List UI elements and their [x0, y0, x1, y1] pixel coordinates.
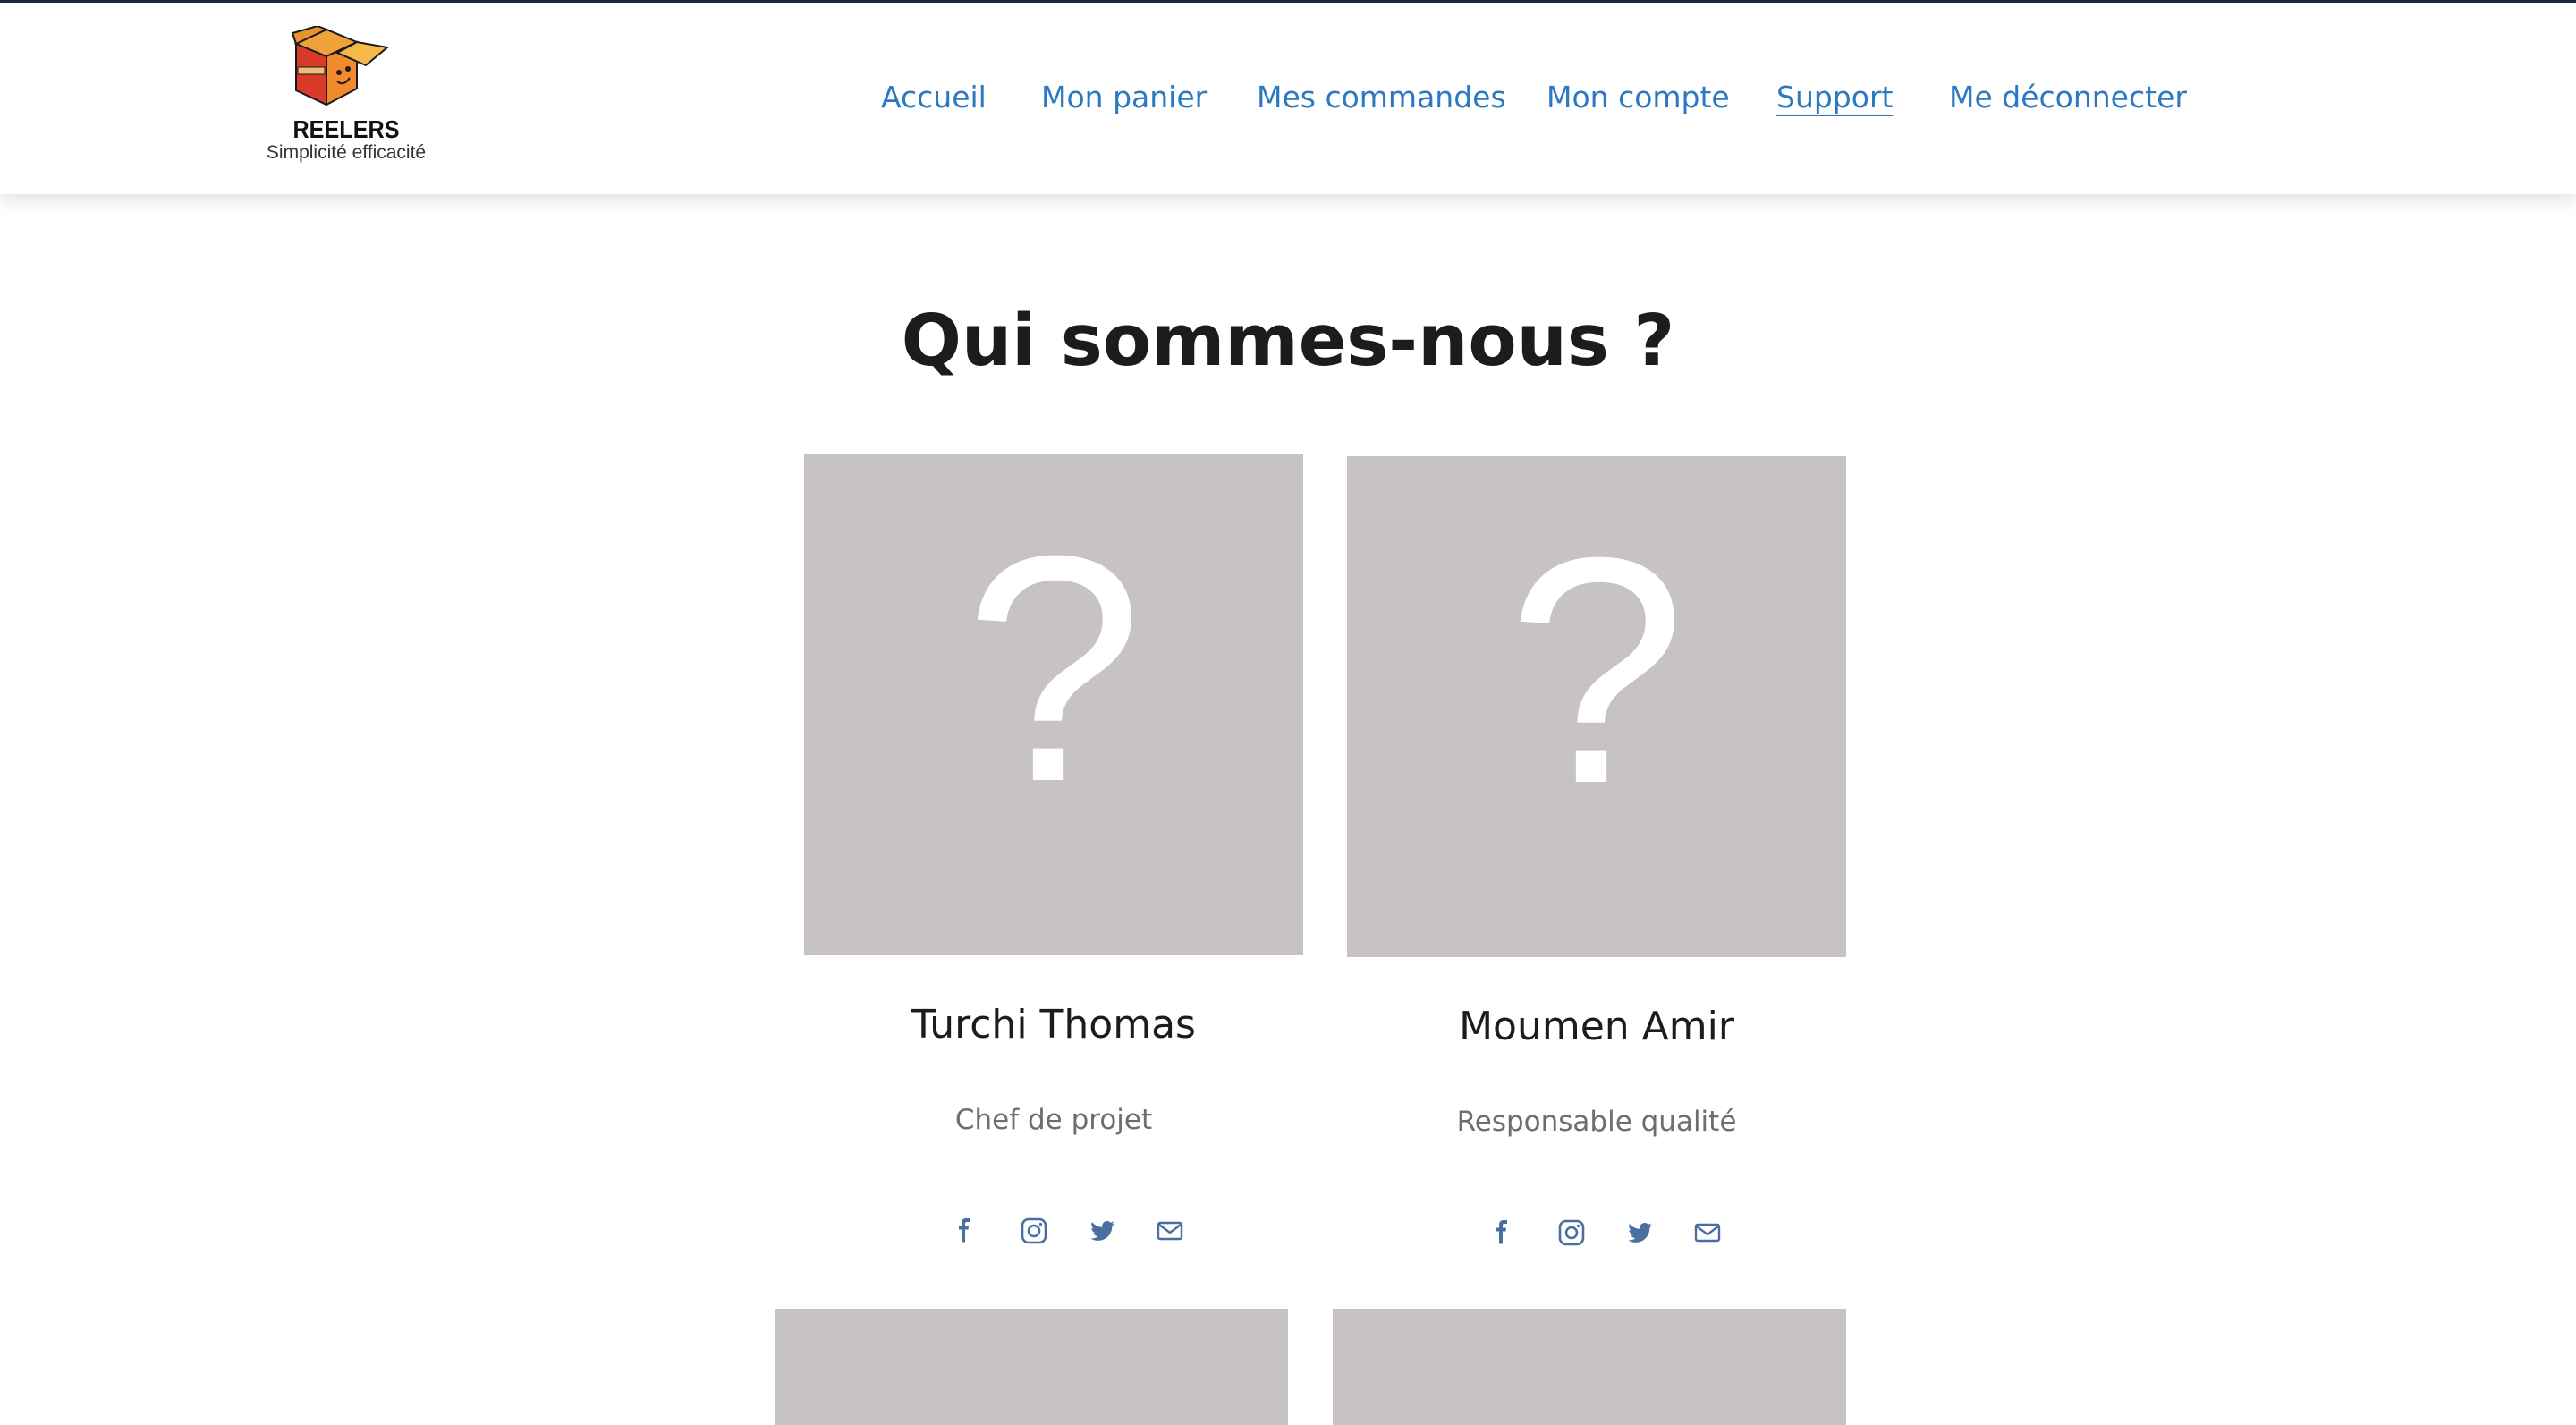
- nav-link-mes-commandes[interactable]: Mes commandes: [1257, 80, 1506, 115]
- facebook-icon[interactable]: [949, 1215, 981, 1247]
- main-navigation: Accueil Mon panier Mes commandes Mon com…: [0, 3, 2576, 194]
- question-mark-placeholder: ?: [963, 489, 1144, 849]
- nav-link-mon-panier[interactable]: Mon panier: [1041, 80, 1207, 115]
- mail-icon[interactable]: [1154, 1215, 1186, 1247]
- member-photo-placeholder: ?: [1347, 456, 1846, 957]
- member-name: Moumen Amir: [1459, 1004, 1734, 1049]
- twitter-icon[interactable]: [1623, 1217, 1656, 1249]
- member-photo-placeholder-partial: [775, 1309, 1288, 1425]
- question-mark-placeholder: ?: [1506, 491, 1687, 851]
- page-title: Qui sommes-nous ?: [901, 300, 1675, 382]
- team-member-card: ? Turchi Thomas Chef de projet: [804, 454, 1303, 1244]
- instagram-icon[interactable]: [1018, 1215, 1050, 1247]
- nav-link-mon-compte[interactable]: Mon compte: [1546, 80, 1730, 115]
- twitter-icon[interactable]: [1086, 1215, 1118, 1247]
- member-photo-placeholder-partial: [1333, 1309, 1846, 1425]
- member-social-links: [1347, 1217, 1846, 1252]
- member-role: Chef de projet: [954, 1104, 1153, 1136]
- instagram-icon[interactable]: [1555, 1217, 1588, 1249]
- member-role: Responsable qualité: [1456, 1106, 1737, 1138]
- nav-link-me-deconnecter[interactable]: Me déconnecter: [1949, 80, 2187, 115]
- nav-link-accueil[interactable]: Accueil: [881, 80, 987, 115]
- member-social-links: [804, 1215, 1303, 1251]
- site-header: REELERS Simplicité efficacité Accueil Mo…: [0, 3, 2576, 194]
- mail-icon[interactable]: [1691, 1217, 1724, 1249]
- member-name: Turchi Thomas: [911, 1002, 1196, 1048]
- facebook-icon[interactable]: [1487, 1217, 1519, 1249]
- member-photo-placeholder: ?: [804, 454, 1303, 955]
- nav-link-support[interactable]: Support: [1776, 80, 1893, 115]
- team-member-card: ? Moumen Amir Responsable qualité: [1347, 456, 1846, 1246]
